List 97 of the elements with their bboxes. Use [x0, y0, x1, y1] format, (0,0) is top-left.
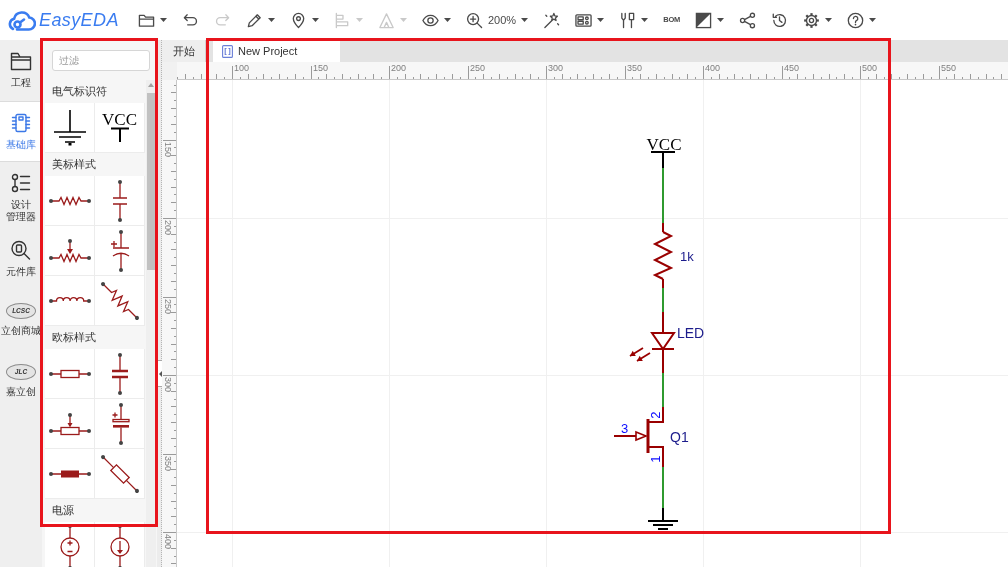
- folder-icon: [10, 51, 32, 71]
- filled-box-resistor-icon: [47, 468, 92, 479]
- chip-icon: [10, 113, 32, 133]
- ruler-label: 150: [313, 63, 329, 73]
- sidebar-tab[interactable]: 基础库: [0, 101, 42, 162]
- zoom-level-dropdown[interactable]: 200%: [488, 8, 529, 32]
- section-header: 电气标识符: [51, 83, 108, 99]
- zigzag-resistor-tile[interactable]: [45, 176, 95, 226]
- align-icon: [334, 11, 351, 29]
- app-logo[interactable]: EasyEDA: [39, 11, 119, 29]
- triangle-ruler-icon: [378, 11, 395, 29]
- contrast-icon: [695, 11, 713, 29]
- component-panel-icon: [575, 11, 593, 29]
- component-value: 1k: [680, 249, 694, 264]
- filled-box-resistor-tile[interactable]: [45, 449, 95, 499]
- ruler-label: 100: [234, 63, 250, 73]
- box-potentiometer-icon: [47, 411, 92, 436]
- ruler-label: 300: [548, 63, 564, 73]
- current-source-tile[interactable]: [95, 522, 145, 567]
- ruler-label: 200: [163, 220, 173, 236]
- ruler-label: 350: [163, 456, 173, 472]
- search-chip-icon: [10, 240, 32, 260]
- ruler-label: 200: [391, 63, 407, 73]
- inductor-icon: [47, 296, 92, 305]
- led-symbol: [629, 311, 676, 374]
- wire: [662, 372, 664, 408]
- history-icon: [771, 11, 789, 29]
- location-pin-icon: [290, 11, 307, 29]
- redo-icon: [214, 11, 231, 29]
- pencil-icon: [246, 11, 263, 29]
- voltage-source-tile[interactable]: [45, 522, 95, 567]
- polarized-capacitor-icon: [109, 228, 130, 273]
- ground-symbol-tile[interactable]: [45, 103, 95, 153]
- transistor-symbol: [613, 406, 665, 468]
- polarized-capacitor-tile[interactable]: [95, 399, 145, 449]
- zigzag-resistor-icon: [47, 195, 92, 206]
- ruler-label: 250: [163, 299, 173, 315]
- scrollbar-thumb[interactable]: [147, 93, 155, 270]
- inductor-tile[interactable]: [45, 276, 95, 326]
- ruler-label: 250: [470, 63, 486, 73]
- sidebar-tab[interactable]: 工程: [0, 40, 42, 101]
- diagonal-zigzag-resistor-icon: [98, 279, 141, 322]
- wire: [662, 466, 664, 509]
- zigzag-potentiometer-tile[interactable]: [45, 226, 95, 276]
- ruler-label: 400: [705, 63, 721, 73]
- ground-symbol-icon: [52, 109, 87, 146]
- pin-number: 2: [647, 411, 663, 419]
- zigzag-potentiometer-icon: [47, 238, 92, 263]
- ruler-label: 300: [163, 377, 173, 393]
- net-label: VCC: [646, 135, 682, 154]
- resistor-symbol: [652, 222, 674, 289]
- power-port-tile[interactable]: VCC: [95, 103, 145, 153]
- pin-number: 3: [621, 421, 629, 436]
- capacitor-icon: [110, 178, 129, 223]
- sidebar-tab[interactable]: 元件库: [0, 229, 42, 290]
- capacitor-tile[interactable]: [95, 176, 145, 226]
- help-icon: [847, 11, 865, 29]
- tools-icon: [619, 11, 637, 29]
- box-potentiometer-tile[interactable]: [45, 399, 95, 449]
- section-header: 电源: [51, 502, 75, 518]
- polarized-capacitor-tile[interactable]: [95, 226, 145, 276]
- wire: [662, 167, 664, 224]
- filter-field[interactable]: 过滤: [52, 50, 150, 71]
- cloud-logo-icon: [8, 9, 36, 31]
- magic-wand-icon: [543, 11, 561, 29]
- ruler-label: 500: [862, 63, 878, 73]
- ruler-label: 400: [163, 534, 173, 550]
- tab[interactable]: 开始: [162, 40, 206, 62]
- component-label: LED: [677, 325, 705, 341]
- document-icon: [222, 44, 233, 58]
- undo-icon: [182, 11, 199, 29]
- ruler-label: 350: [627, 63, 643, 73]
- section-header: 欧标样式: [51, 329, 97, 345]
- zoom-in-icon: [466, 11, 483, 29]
- box-resistor-tile[interactable]: [45, 349, 95, 399]
- component-designator: Q1: [670, 429, 689, 445]
- ruler-label: 450: [784, 63, 800, 73]
- wire: [662, 287, 664, 313]
- settings-icon: [803, 11, 821, 29]
- diagonal-box-resistor-icon: [98, 452, 141, 495]
- section-header: 美标样式: [51, 156, 97, 172]
- polarized-capacitor-icon: [109, 401, 130, 446]
- diagonal-zigzag-resistor-tile[interactable]: [95, 276, 145, 326]
- power-port-icon: [109, 127, 130, 143]
- ruler-label: 150: [163, 142, 173, 158]
- capacitor-icon: [110, 351, 129, 396]
- ground-symbol: [647, 507, 679, 530]
- capacitor-tile[interactable]: [95, 349, 145, 399]
- ruler-label: 550: [941, 63, 957, 73]
- power-port-symbol: [650, 151, 676, 169]
- pin-number: 1: [647, 455, 663, 463]
- tree-list-icon: [10, 173, 32, 193]
- sidebar-tab[interactable]: 设计管理器: [0, 162, 42, 229]
- box-resistor-icon: [47, 368, 92, 379]
- share-icon: [739, 11, 757, 29]
- tab[interactable]: New Project: [213, 40, 340, 62]
- diagonal-box-resistor-tile[interactable]: [95, 449, 145, 499]
